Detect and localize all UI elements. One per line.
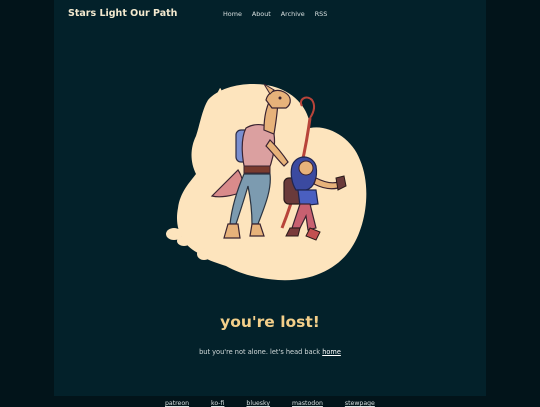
- home-link[interactable]: home: [322, 348, 341, 356]
- footer-mastodon-link[interactable]: mastodon: [292, 400, 323, 407]
- footer-stewpage-link[interactable]: stewpage: [345, 400, 375, 407]
- footer-bluesky-link[interactable]: bluesky: [246, 400, 270, 407]
- nav-home[interactable]: Home: [223, 10, 242, 18]
- lost-travelers-illustration-icon: [166, 83, 367, 281]
- lost-message-text: but you're not alone. let's head back: [199, 348, 321, 356]
- footer-links: patreon ko-fi bluesky mastodon stewpage: [165, 400, 375, 407]
- main-nav: Home About Archive RSS: [223, 10, 327, 18]
- nav-about[interactable]: About: [252, 10, 271, 18]
- footer-kofi-link[interactable]: ko-fi: [211, 400, 224, 407]
- nav-archive[interactable]: Archive: [281, 10, 305, 18]
- nav-rss[interactable]: RSS: [315, 10, 328, 18]
- lost-message: but you're not alone. let's head back ho…: [0, 348, 540, 356]
- lost-heading: you're lost!: [220, 313, 320, 331]
- footer-patreon-link[interactable]: patreon: [165, 400, 189, 407]
- site-title-link[interactable]: Stars Light Our Path: [68, 8, 177, 19]
